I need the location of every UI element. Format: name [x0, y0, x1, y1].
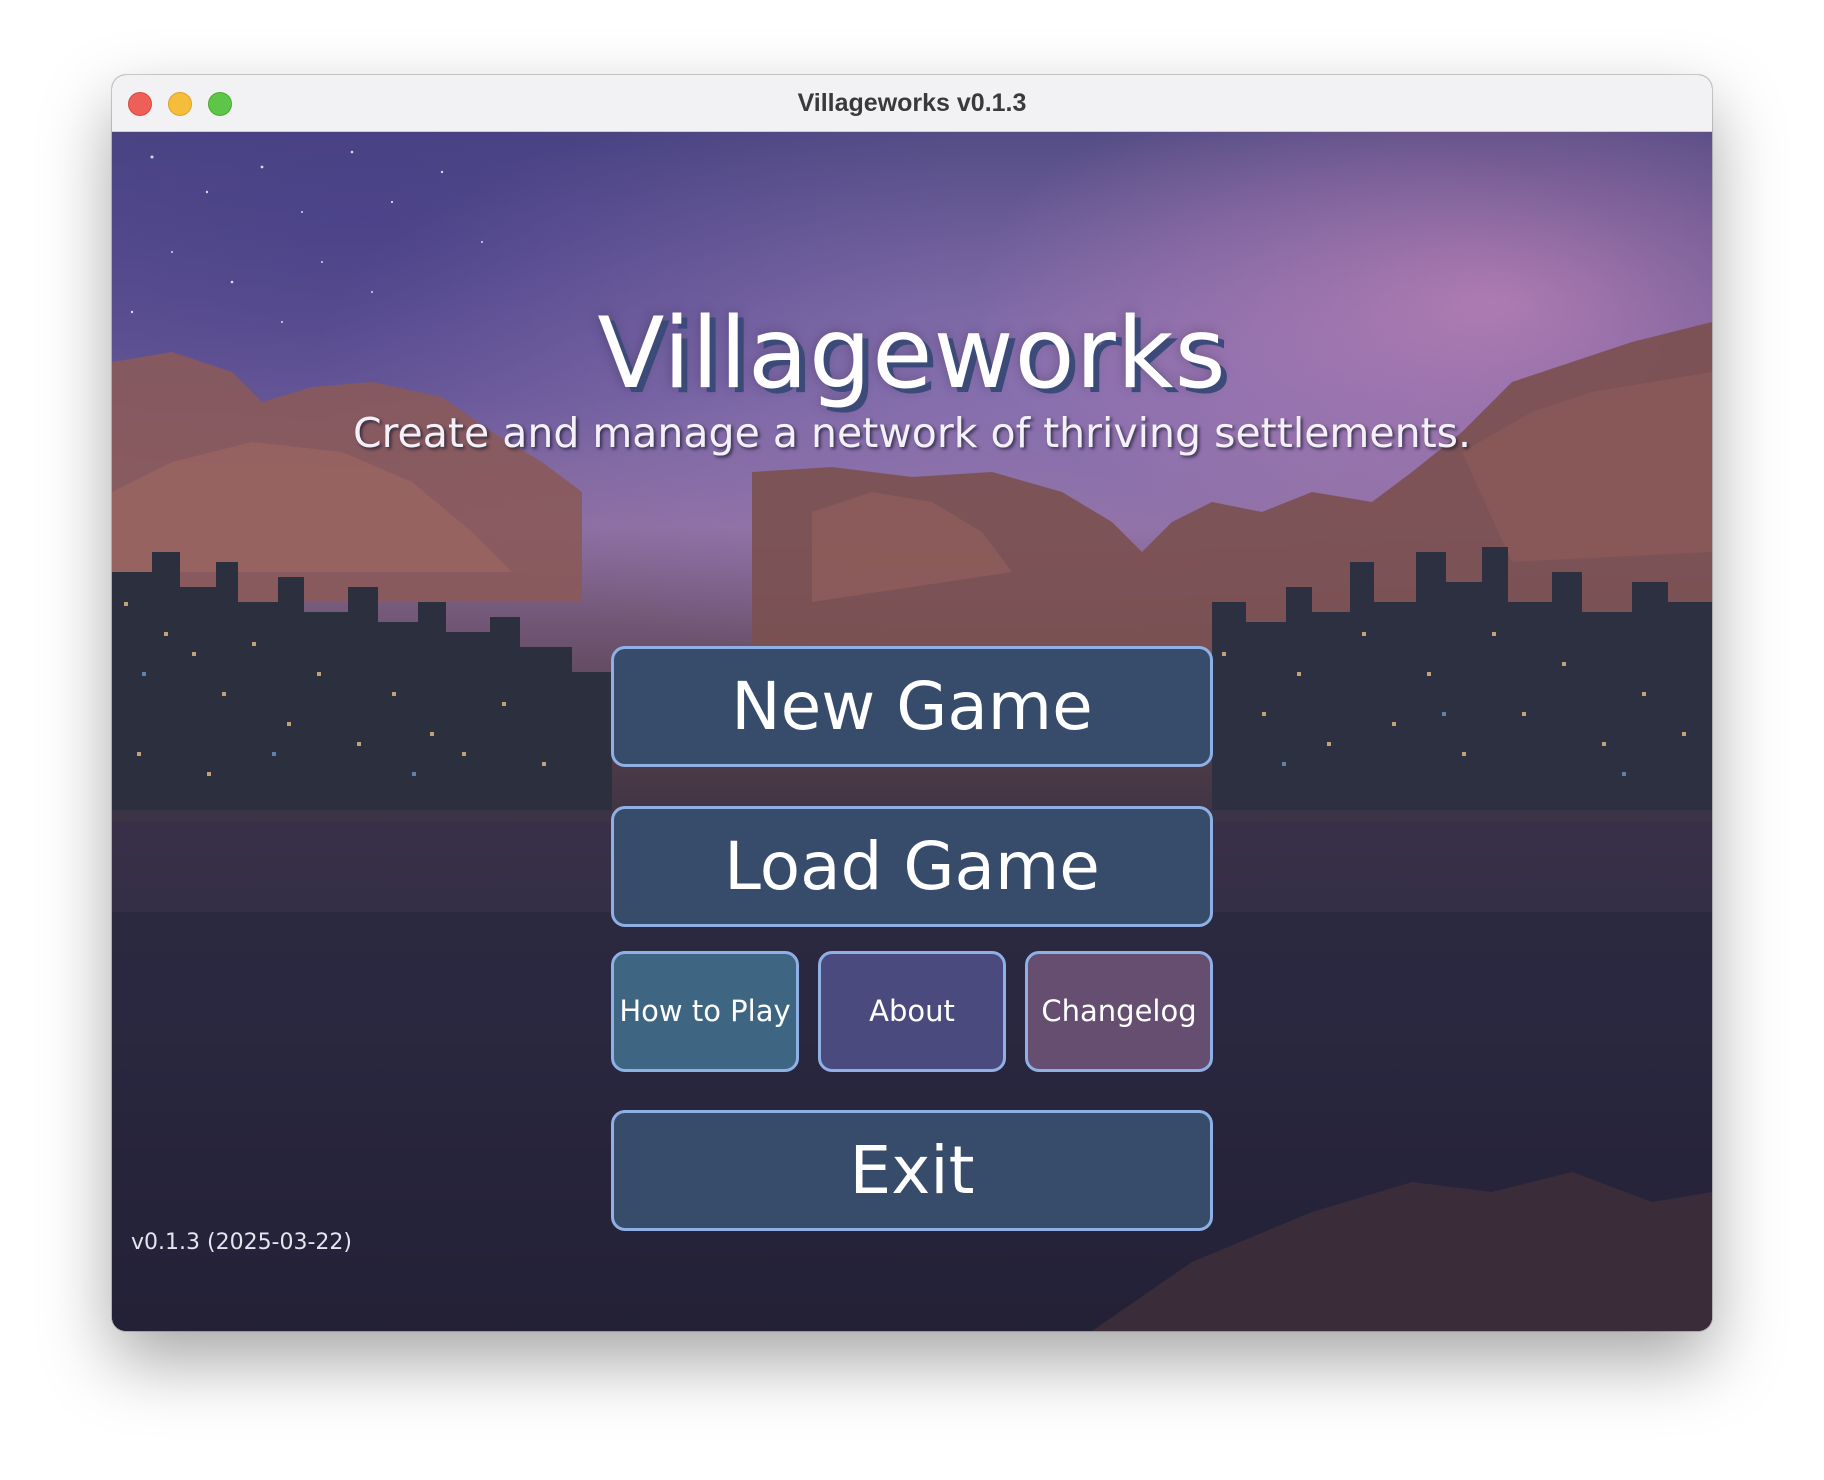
main-menu-screen: Villageworks Create and manage a network… — [112, 132, 1712, 1331]
version-label: v0.1.3 (2025-03-22) — [131, 1230, 353, 1255]
changelog-button[interactable]: Changelog — [1025, 951, 1213, 1072]
title-bar[interactable]: Villageworks v0.1.3 — [112, 75, 1712, 132]
game-title: Villageworks — [597, 297, 1227, 411]
about-button[interactable]: About — [818, 951, 1006, 1072]
new-game-button[interactable]: New Game — [611, 646, 1213, 767]
exit-button[interactable]: Exit — [611, 1110, 1213, 1231]
how-to-play-button[interactable]: How to Play — [611, 951, 799, 1072]
window-title: Villageworks v0.1.3 — [797, 89, 1027, 117]
app-window: Villageworks v0.1.3 Villageworks Create … — [112, 75, 1712, 1331]
load-game-button[interactable]: Load Game — [611, 806, 1213, 927]
game-subtitle: Create and manage a network of thriving … — [352, 409, 1472, 457]
